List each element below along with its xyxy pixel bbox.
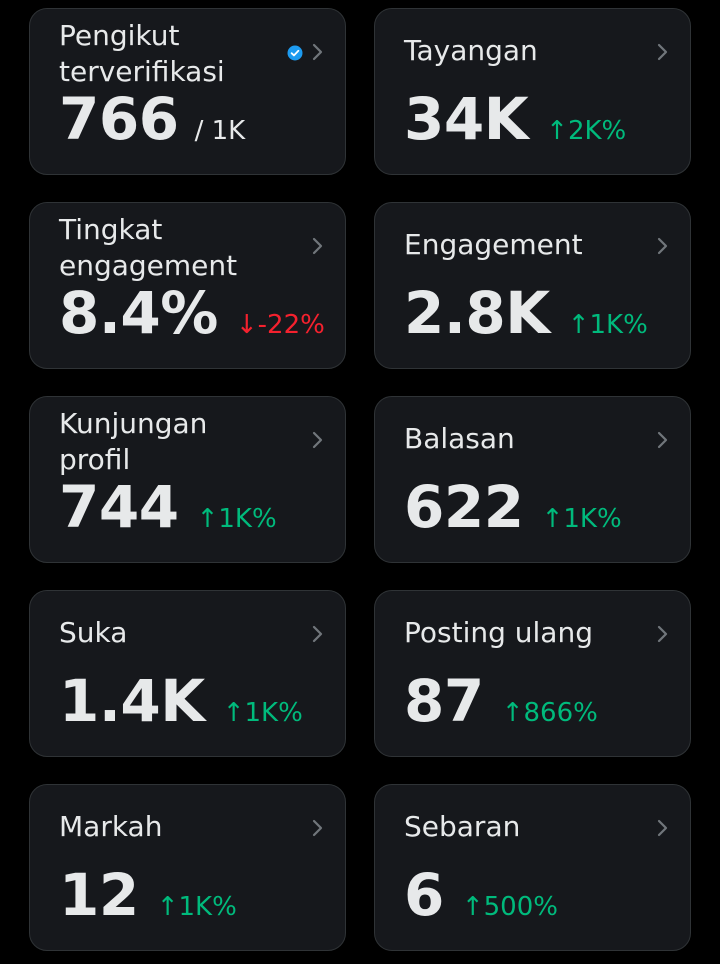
chevron-right-icon	[312, 43, 323, 61]
card-change: ↑1K%	[541, 504, 622, 534]
card-change: ↑500%	[461, 892, 558, 922]
stat-card-suka[interactable]: Suka 1.4K ↑1K%	[29, 590, 346, 757]
verified-badge-icon	[287, 45, 303, 61]
card-value-row: 12 ↑1K%	[59, 864, 237, 926]
card-change: ↑2K%	[546, 116, 627, 146]
chevron-right-icon	[312, 625, 323, 643]
stat-card-pengikut-terverifikasi[interactable]: Pengikut terverifikasi 766 / 1K	[29, 8, 346, 175]
stat-card-markah[interactable]: Markah 12 ↑1K%	[29, 784, 346, 951]
card-value: 2.8K	[404, 279, 550, 347]
stat-card-posting-ulang[interactable]: Posting ulang 87 ↑866%	[374, 590, 691, 757]
card-value: 34K	[404, 85, 529, 153]
card-value-row: 2.8K ↑1K%	[404, 282, 648, 344]
card-change: ↓-22%	[235, 310, 325, 340]
card-value: 622	[404, 473, 524, 541]
stat-card-balasan[interactable]: Balasan 622 ↑1K%	[374, 396, 691, 563]
chevron-right-icon	[657, 625, 668, 643]
card-change: ↑1K%	[156, 892, 237, 922]
card-change: ↑1K%	[222, 698, 303, 728]
card-change: ↑866%	[501, 698, 598, 728]
chevron-right-icon	[657, 237, 668, 255]
chevron-right-icon	[312, 819, 323, 837]
chevron-right-icon	[657, 431, 668, 449]
card-label: Tayangan	[404, 34, 538, 67]
card-label: Balasan	[404, 422, 515, 455]
card-value-row: 6 ↑500%	[404, 864, 558, 926]
card-change: ↑1K%	[196, 504, 277, 534]
card-value-row: 8.4% ↓-22%	[59, 282, 325, 344]
card-label: Markah	[59, 810, 163, 843]
chevron-right-icon	[657, 43, 668, 61]
card-label: Suka	[59, 616, 128, 649]
chevron-right-icon	[657, 819, 668, 837]
card-value-row: 34K ↑2K%	[404, 88, 626, 150]
card-value: 6	[404, 861, 444, 929]
card-value: 766	[59, 85, 179, 153]
card-value: 1.4K	[59, 667, 205, 735]
card-label: Posting ulang	[404, 616, 593, 649]
card-label: Sebaran	[404, 810, 521, 843]
card-value-row: 1.4K ↑1K%	[59, 670, 303, 732]
card-label: Kunjungan profil	[59, 407, 208, 476]
card-value: 12	[59, 861, 139, 929]
chevron-right-icon	[312, 431, 323, 449]
stat-card-tayangan[interactable]: Tayangan 34K ↑2K%	[374, 8, 691, 175]
stat-card-engagement[interactable]: Engagement 2.8K ↑1K%	[374, 202, 691, 369]
card-value: 8.4%	[59, 279, 218, 347]
stat-card-tingkat-engagement[interactable]: Tingkat engagement 8.4% ↓-22%	[29, 202, 346, 369]
card-value-row: 622 ↑1K%	[404, 476, 622, 538]
card-target: / 1K	[194, 116, 246, 146]
card-change: ↑1K%	[567, 310, 648, 340]
card-label: Tingkat engagement	[59, 213, 238, 282]
card-value: 87	[404, 667, 484, 735]
chevron-right-icon	[312, 237, 323, 255]
stat-card-kunjungan-profil[interactable]: Kunjungan profil 744 ↑1K%	[29, 396, 346, 563]
card-value-row: 87 ↑866%	[404, 670, 598, 732]
card-value: 744	[59, 473, 179, 541]
stat-card-sebaran[interactable]: Sebaran 6 ↑500%	[374, 784, 691, 951]
card-value-row: 766 / 1K	[59, 88, 245, 150]
card-label: Pengikut terverifikasi	[59, 19, 225, 88]
card-label: Engagement	[404, 228, 583, 261]
card-value-row: 744 ↑1K%	[59, 476, 277, 538]
